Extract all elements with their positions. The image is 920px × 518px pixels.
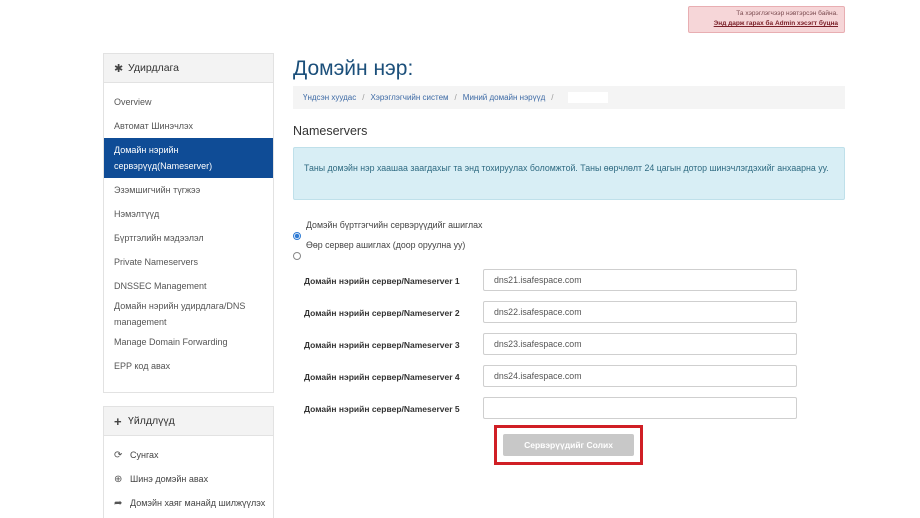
breadcrumb-separator: / — [454, 93, 457, 102]
sidebar-item-epp-code[interactable]: EPP код авах — [104, 354, 273, 378]
radio-default-nameservers-label[interactable]: Домэйн бүртгэгчийн сервэрүүдийг ашиглах — [306, 220, 482, 230]
action-register-domain[interactable]: ⊕ Шинэ домэйн авах — [104, 467, 273, 491]
action-register-domain-label: Шинэ домэйн авах — [130, 474, 209, 484]
sidebar-item-auto-renew[interactable]: Автомат Шинэчлэх — [104, 114, 273, 138]
nameserver-3-input[interactable] — [483, 333, 797, 355]
radio-custom-nameservers-label[interactable]: Өөр сервер ашиглах (доор оруулна уу) — [306, 240, 465, 250]
share-icon: ➦ — [114, 497, 123, 509]
refresh-icon: ⟳ — [114, 449, 123, 461]
nameserver-5-input[interactable] — [483, 397, 797, 419]
sidebar-item-domain-forwarding[interactable]: Manage Domain Forwarding — [104, 330, 273, 354]
page-title: Домэйн нэр: — [293, 57, 414, 80]
breadcrumb-separator: / — [551, 93, 554, 102]
admin-notice: Та хэрэглэгчээр нэвтэрсэн байна. Энд дар… — [688, 6, 845, 33]
sidebar-item-nameservers[interactable]: Домайн нэрийн сервэрүүд(Nameserver) — [104, 138, 273, 178]
plus-icon: + — [114, 413, 122, 429]
sidebar-actions-panel: + Үйлдлүүд ⟳ Сунгах ⊕ Шинэ домэйн авах ➦… — [103, 406, 274, 518]
nameserver-4-label: Домайн нэрийн сервер/Nameserver 4 — [304, 372, 460, 382]
section-title: Nameservers — [293, 124, 368, 138]
breadcrumb-home[interactable]: Үндсэн хуудас — [303, 93, 356, 102]
sidebar-item-dnssec[interactable]: DNSSEC Management — [104, 274, 273, 298]
nameserver-1-label: Домайн нэрийн сервер/Nameserver 1 — [304, 276, 460, 286]
nameserver-4-input[interactable] — [483, 365, 797, 387]
radio-default-nameservers[interactable] — [293, 232, 301, 240]
sidebar-item-dns-management[interactable]: Домайн нэрийн удирдлага/DNS management — [104, 298, 273, 330]
sidebar-actions-header: + Үйлдлүүд — [104, 407, 273, 436]
info-alert: Таны домэйн нэр хаашаа заагдахыг та энд … — [293, 147, 845, 200]
nameserver-3-label: Домайн нэрийн сервер/Nameserver 3 — [304, 340, 460, 350]
sidebar-item-overview[interactable]: Overview — [104, 90, 273, 114]
nameserver-1-input[interactable] — [483, 269, 797, 291]
breadcrumb-current-redacted — [567, 92, 608, 103]
admin-return-link[interactable]: Энд дарж гарах ба Admin хэсэгт буцна — [689, 19, 838, 29]
sidebar-actions-title: Үйлдлүүд — [128, 415, 175, 427]
breadcrumb-separator: / — [362, 93, 365, 102]
breadcrumb-client-area[interactable]: Хэрэглэгчийн систем — [370, 93, 448, 102]
breadcrumb: Үндсэн хуудас / Хэрэглэгчийн систем / Ми… — [293, 86, 845, 109]
globe-icon: ⊕ — [114, 473, 123, 485]
sidebar-manage-panel: ✱ Удирдлага Overview Автомат Шинэчлэх До… — [103, 53, 274, 393]
action-transfer-domain[interactable]: ➦ Домэйн хаяг манайд шилжүүлэх — [104, 491, 273, 515]
nameserver-5-label: Домайн нэрийн сервер/Nameserver 5 — [304, 404, 460, 414]
sidebar-item-contact-info[interactable]: Бүртгэлийн мэдээлэл — [104, 226, 273, 250]
action-renew[interactable]: ⟳ Сунгах — [104, 443, 273, 467]
sidebar-item-registrar-lock[interactable]: Эзэмшигчийн түгжээ — [104, 178, 273, 202]
sidebar-manage-header: ✱ Удирдлага — [104, 54, 273, 83]
gear-icon: ✱ — [114, 62, 124, 75]
sidebar-item-private-nameservers[interactable]: Private Nameservers — [104, 250, 273, 274]
nameserver-2-label: Домайн нэрийн сервер/Nameserver 2 — [304, 308, 460, 318]
action-transfer-domain-label: Домэйн хаяг манайд шилжүүлэх — [130, 498, 266, 508]
admin-notice-text: Та хэрэглэгчээр нэвтэрсэн байна. — [736, 10, 838, 17]
submit-highlight: Сервэрүүдийг Солих — [494, 425, 643, 465]
action-renew-label: Сунгах — [130, 450, 159, 460]
sidebar-item-addons[interactable]: Нэмэлтүүд — [104, 202, 273, 226]
sidebar-manage-title: Удирдлага — [128, 62, 179, 74]
radio-custom-nameservers[interactable] — [293, 252, 301, 260]
nameserver-2-input[interactable] — [483, 301, 797, 323]
breadcrumb-my-domains[interactable]: Миний домайн нэрүүд — [463, 93, 546, 102]
change-nameservers-button[interactable]: Сервэрүүдийг Солих — [503, 434, 634, 456]
